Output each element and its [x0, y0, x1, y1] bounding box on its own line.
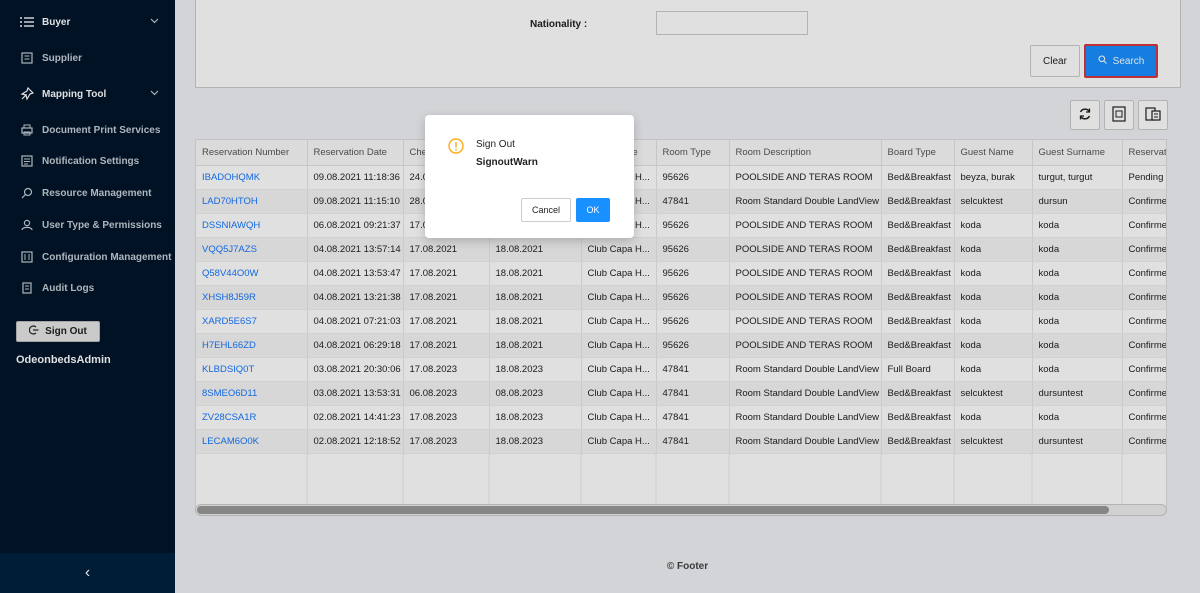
cancel-button[interactable]: Cancel — [521, 198, 571, 222]
sign-out-confirm-dialog: Sign Out SignoutWarn Cancel OK — [425, 115, 634, 238]
modal-overlay — [0, 0, 1200, 593]
ok-button[interactable]: OK — [576, 198, 610, 222]
dialog-title: Sign Out — [476, 139, 515, 150]
warning-icon — [448, 138, 464, 154]
dialog-message: SignoutWarn — [476, 157, 538, 168]
